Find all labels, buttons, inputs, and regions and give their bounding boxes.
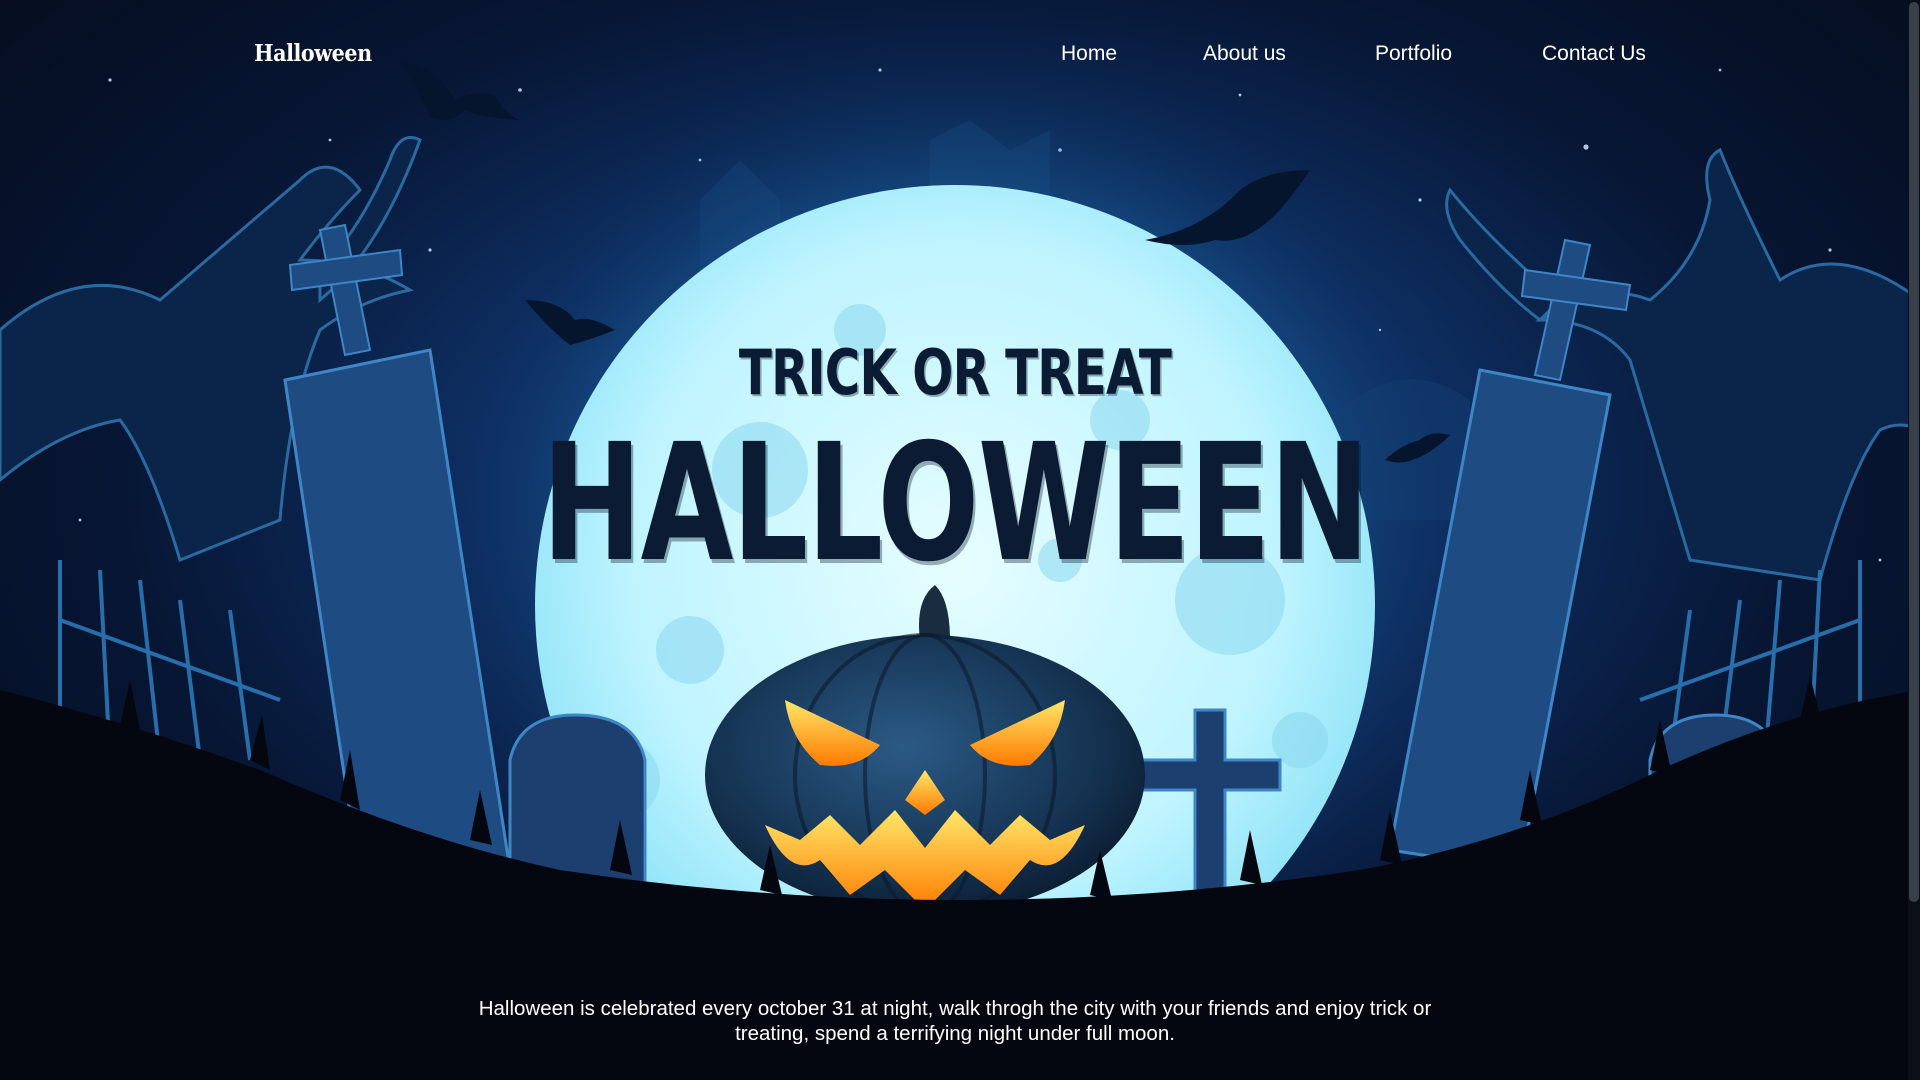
nav-portfolio[interactable]: Portfolio [1375, 42, 1452, 66]
halloween-logo[interactable]: Halloween [254, 40, 372, 67]
nav-about-us[interactable]: About us [1203, 42, 1286, 66]
scrollbar-thumb[interactable] [1909, 2, 1919, 902]
top-navbar: Halloween Home About us Portfolio Contac… [0, 0, 1920, 110]
halloween-illustration [0, 20, 1920, 1080]
nav-home[interactable]: Home [1061, 42, 1117, 66]
landing-page: Halloween Home About us Portfolio Contac… [0, 0, 1920, 1080]
nav-contact-us[interactable]: Contact Us [1542, 42, 1646, 66]
page-scrollbar[interactable] [1908, 0, 1920, 1080]
